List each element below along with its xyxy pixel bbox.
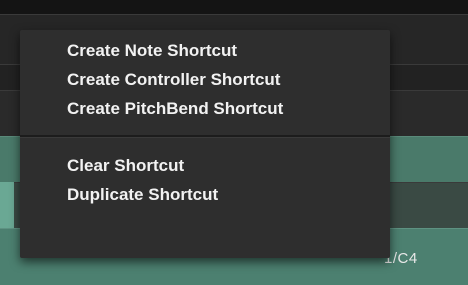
selection-strip bbox=[0, 182, 14, 228]
background-row bbox=[0, 0, 468, 14]
menu-item-create-pitchbend-shortcut[interactable]: Create PitchBend Shortcut bbox=[20, 94, 390, 123]
context-menu: Create Note Shortcut Create Controller S… bbox=[20, 30, 390, 258]
menu-item-duplicate-shortcut[interactable]: Duplicate Shortcut bbox=[20, 180, 390, 209]
menu-item-clear-shortcut[interactable]: Clear Shortcut bbox=[20, 151, 390, 180]
menu-separator bbox=[20, 135, 390, 138]
menu-item-create-note-shortcut[interactable]: Create Note Shortcut bbox=[20, 36, 390, 65]
menu-item-create-controller-shortcut[interactable]: Create Controller Shortcut bbox=[20, 65, 390, 94]
